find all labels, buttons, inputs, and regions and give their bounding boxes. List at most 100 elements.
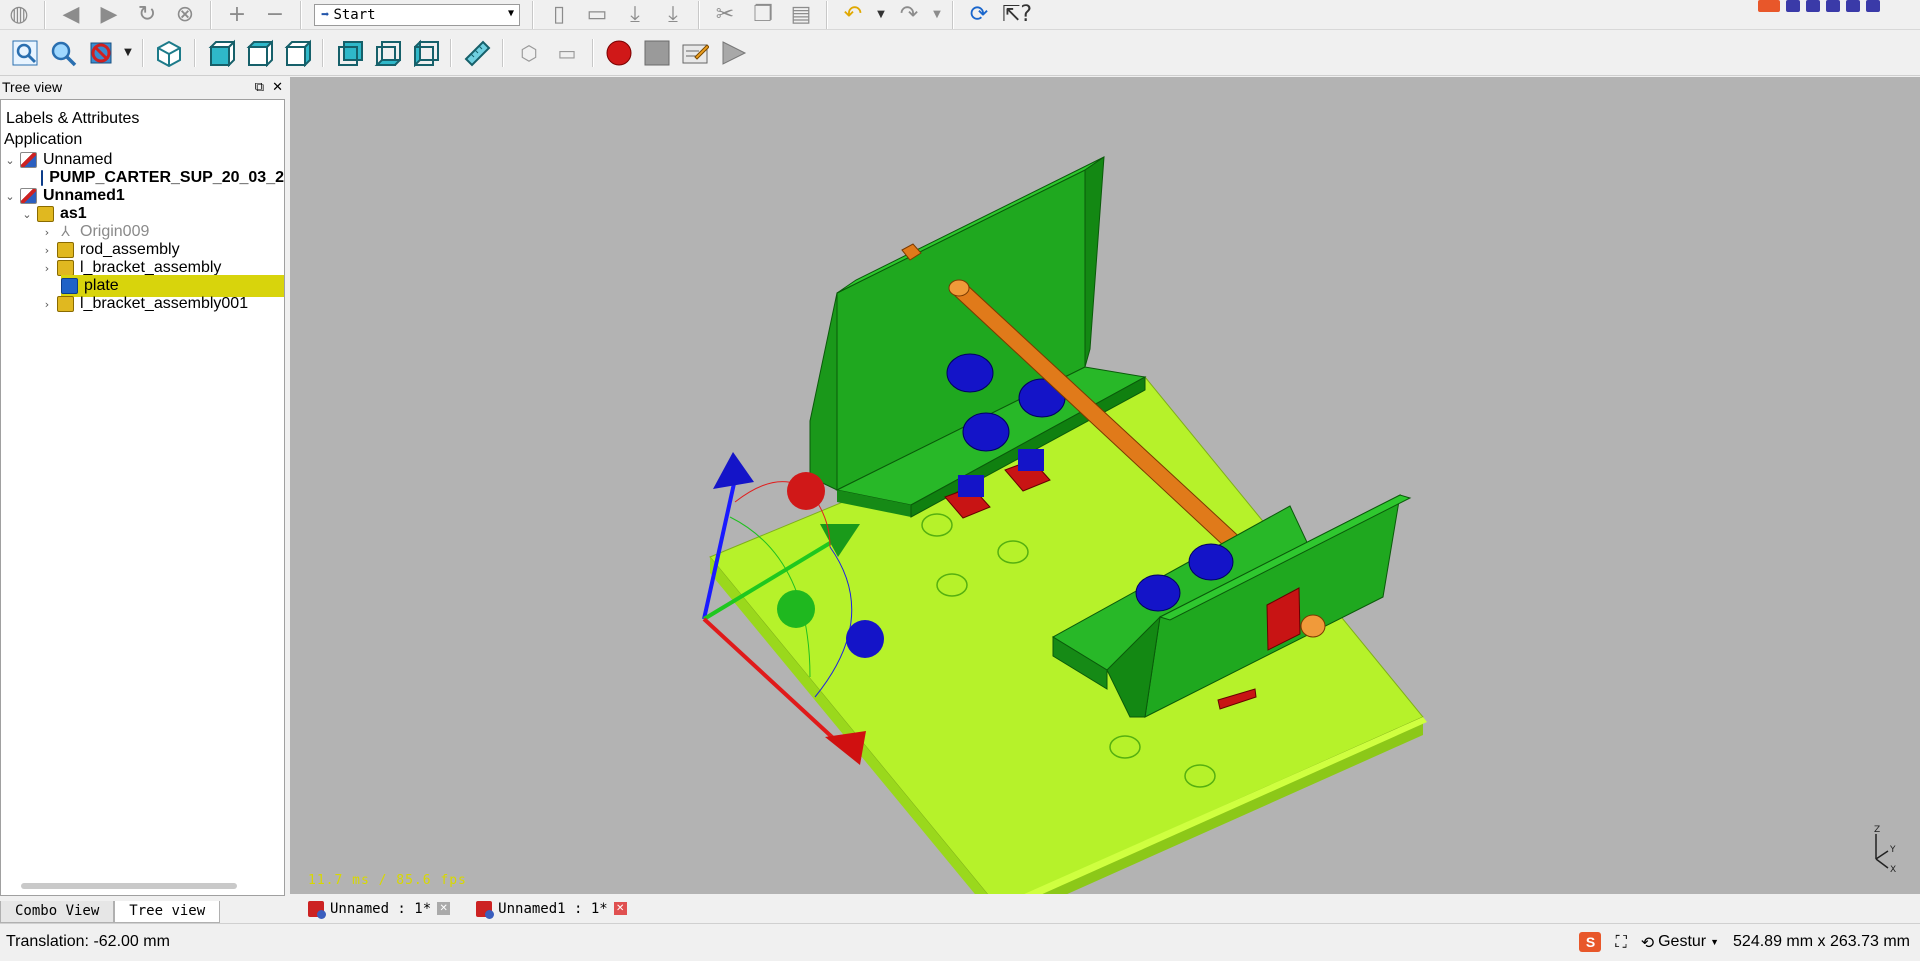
document-icon <box>20 188 37 204</box>
status-message: Translation: -62.00 mm <box>6 933 170 950</box>
save-as-icon[interactable]: ⤓ <box>657 0 689 30</box>
toolbar-separator <box>502 38 504 67</box>
dragger-x-rotation-ball[interactable] <box>787 472 825 510</box>
recompute-icon[interactable]: ⟳ <box>963 0 995 30</box>
3d-scene[interactable] <box>290 77 1920 894</box>
bolt-head[interactable] <box>946 353 994 393</box>
rod-end[interactable] <box>948 279 970 297</box>
workbench-selector[interactable]: ➡ Start ▼ <box>314 3 520 26</box>
right-view-icon[interactable] <box>282 38 312 68</box>
chevron-down-icon[interactable]: ▼ <box>123 38 133 68</box>
stop-icon[interactable]: ⊗ <box>169 0 201 30</box>
refresh-icon[interactable]: ↻ <box>131 0 163 30</box>
tab-tree-view[interactable]: Tree view <box>114 901 221 923</box>
bolt-shank[interactable] <box>1018 449 1044 471</box>
fps-counter: 11.7 ms / 85.6 fps <box>308 873 467 888</box>
left-view-icon[interactable] <box>410 38 440 68</box>
back-icon[interactable]: ◀ <box>55 0 87 30</box>
toolbar-separator <box>698 0 700 29</box>
left-bracket-vertical-edge[interactable] <box>1084 156 1105 368</box>
toolbar-separator <box>322 38 324 67</box>
group-icon[interactable]: ▭ <box>551 38 583 68</box>
part-icon[interactable]: ⬡ <box>513 38 545 68</box>
copy-icon[interactable]: ❐ <box>747 0 779 30</box>
chevron-down-icon[interactable]: ⌄ <box>4 154 16 167</box>
close-icon[interactable]: ✕ <box>613 902 627 915</box>
axis-cross: Z Y X <box>1874 825 1896 874</box>
navigation-style-selector[interactable]: ⟲ Gestur ▼ <box>1641 933 1719 952</box>
tree-widget: Labels & Attributes Application ⌄ Unname… <box>0 99 285 896</box>
toolbar-separator <box>532 0 534 29</box>
freecad-doc-icon <box>308 900 326 919</box>
undo-dropdown-icon[interactable]: ▼ <box>875 0 887 30</box>
save-icon[interactable]: ⤓ <box>619 0 651 30</box>
stop-macro-icon[interactable] <box>642 38 672 68</box>
open-icon[interactable]: ▭ <box>581 0 613 30</box>
tab-unnamed[interactable]: Unnamed : 1* ✕ <box>302 898 456 920</box>
execute-macro-icon[interactable] <box>718 38 748 68</box>
dragger-z-rotation-ball[interactable] <box>846 620 884 658</box>
horizontal-scrollbar[interactable] <box>21 883 237 889</box>
chevron-down-icon: ▼ <box>507 7 514 19</box>
part-icon <box>41 170 44 186</box>
new-icon[interactable]: ▯ <box>543 0 575 30</box>
chevron-right-icon[interactable]: › <box>41 244 53 257</box>
assembly-icon <box>57 296 74 312</box>
close-icon[interactable]: ✕ <box>437 902 451 915</box>
web-icon[interactable]: ◍ <box>3 0 35 30</box>
chevron-down-icon[interactable]: ⌄ <box>21 208 33 221</box>
record-macro-icon[interactable] <box>604 38 634 68</box>
chevron-right-icon[interactable]: › <box>41 226 53 239</box>
toolbar-separator <box>952 0 954 29</box>
front-view-icon[interactable] <box>206 38 236 68</box>
document-icon <box>20 152 37 168</box>
forward-icon[interactable]: ▶ <box>93 0 125 30</box>
3d-viewport[interactable]: 11.7 ms / 85.6 fps Z Y X <box>290 77 1920 894</box>
toolbar-separator <box>210 0 212 29</box>
bolt-head[interactable] <box>962 412 1010 452</box>
mouse-navigation-icon: ⟲ <box>1640 932 1655 952</box>
chevron-right-icon[interactable]: › <box>41 298 53 311</box>
zoom-out-icon[interactable]: − <box>259 0 291 30</box>
freecad-doc-icon <box>476 900 495 919</box>
redo-dropdown-icon[interactable]: ▼ <box>931 0 943 30</box>
whats-this-icon[interactable]: ⇱? <box>1001 0 1033 30</box>
measure-icon[interactable] <box>462 38 492 68</box>
top-view-icon[interactable] <box>244 38 274 68</box>
redo-icon[interactable]: ↷ <box>893 0 925 30</box>
cut-icon[interactable]: ✂ <box>709 0 741 30</box>
fullscreen-icon[interactable]: ⛶ <box>1615 932 1626 952</box>
tab-combo-view[interactable]: Combo View <box>0 901 115 923</box>
navigation-style-label: Gestur <box>1658 933 1707 950</box>
zoom-in-icon[interactable]: + <box>221 0 253 30</box>
close-icon[interactable]: ✕ <box>272 80 283 95</box>
toolbar-separator <box>826 0 828 29</box>
fit-selection-icon[interactable] <box>48 38 78 68</box>
chevron-down-icon[interactable]: ⌄ <box>4 190 16 203</box>
rod-end[interactable] <box>1300 614 1326 638</box>
application-label: Application <box>4 131 83 148</box>
tray-icon <box>1806 0 1820 12</box>
left-bracket-outer[interactable] <box>809 292 838 491</box>
tab-unnamed1[interactable]: Unnamed1 : 1* ✕ <box>470 898 633 920</box>
float-icon[interactable]: ⧉ <box>255 80 264 95</box>
fit-all-icon[interactable] <box>10 38 40 68</box>
status-right-group: S ⛶ ⟲ Gestur ▼ 524.89 mm x 263.73 mm <box>1579 932 1910 952</box>
undo-icon[interactable]: ↶ <box>837 0 869 30</box>
dragger-y-rotation-ball[interactable] <box>777 590 815 628</box>
dragger-z-cone[interactable] <box>713 452 754 489</box>
isometric-view-icon[interactable] <box>154 38 184 68</box>
chevron-right-icon[interactable]: › <box>41 262 53 275</box>
bottom-view-icon[interactable] <box>372 38 402 68</box>
axis-y-line <box>1875 850 1889 860</box>
ime-logo-icon[interactable]: S <box>1579 932 1602 952</box>
bolt-head[interactable] <box>1135 574 1181 612</box>
tree-view-panel: Tree view ⧉ ✕ Labels & Attributes Applic… <box>0 77 287 901</box>
bolt-shank[interactable] <box>958 475 984 497</box>
bolt-head[interactable] <box>1188 543 1234 581</box>
tree-item-l-bracket-assembly001[interactable]: › l_bracket_assembly001 <box>1 293 284 315</box>
paste-icon[interactable]: ▤ <box>785 0 817 30</box>
rear-view-icon[interactable] <box>334 38 364 68</box>
edit-macro-icon[interactable] <box>680 38 710 68</box>
draw-style-icon[interactable] <box>86 38 116 68</box>
